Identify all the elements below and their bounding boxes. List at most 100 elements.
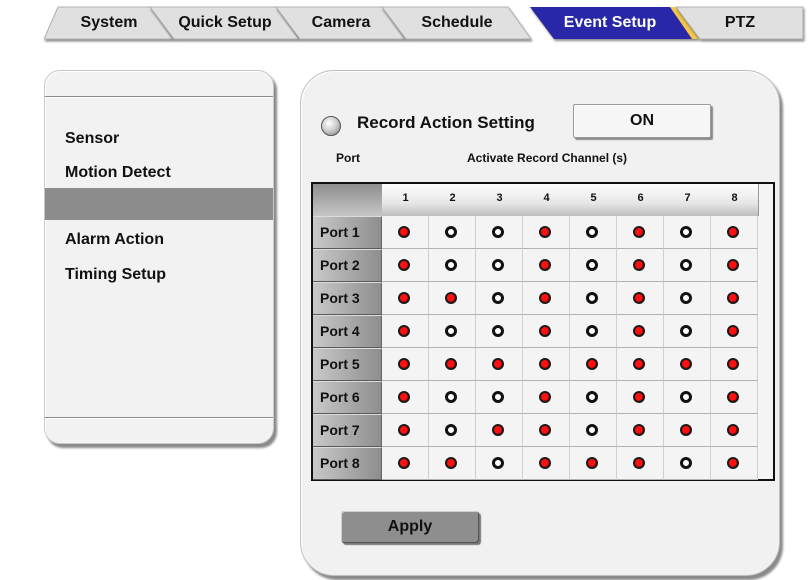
record-channel-cell[interactable] [711,348,758,381]
record-channel-cell[interactable] [476,315,523,348]
tab-label: Schedule [421,14,493,31]
record-channel-cell[interactable] [382,315,429,348]
record-on-indicator-icon [727,292,739,304]
record-channel-cell[interactable] [570,381,617,414]
record-channel-cell[interactable] [664,414,711,447]
port-row-header: Port 1 [313,216,382,249]
menu-item-timing-setup[interactable]: Timing Setup [45,259,273,291]
record-channel-cell[interactable] [429,315,476,348]
record-channel-cell[interactable] [382,381,429,414]
record-channel-cell[interactable] [664,216,711,249]
menu-item-selected[interactable] [45,188,273,220]
record-on-indicator-icon [727,424,739,436]
record-channel-cell[interactable] [523,249,570,282]
record-channel-cell[interactable] [617,315,664,348]
record-channel-cell[interactable] [523,348,570,381]
record-action-radio[interactable] [321,116,341,136]
record-channel-cell[interactable] [617,216,664,249]
record-channel-cell[interactable] [711,249,758,282]
record-on-indicator-icon [633,457,645,469]
apply-button[interactable]: Apply [341,511,479,543]
record-channel-cell[interactable] [382,249,429,282]
record-channel-cell[interactable] [523,282,570,315]
record-channel-cell[interactable] [429,381,476,414]
record-on-indicator-icon [539,226,551,238]
record-on-indicator-icon [727,457,739,469]
record-on-indicator-icon [539,424,551,436]
record-channel-cell[interactable] [429,249,476,282]
record-channel-cell[interactable] [523,381,570,414]
record-channel-cell[interactable] [617,348,664,381]
record-channel-cell[interactable] [664,348,711,381]
record-on-indicator-icon [633,424,645,436]
menu-item-motion-detect[interactable]: Motion Detect [45,157,273,189]
record-channel-cell[interactable] [523,447,570,480]
record-channel-cell[interactable] [476,348,523,381]
record-channel-cell[interactable] [570,249,617,282]
record-off-indicator-icon [680,226,692,238]
record-channel-cell[interactable] [523,315,570,348]
record-channel-cell[interactable] [429,414,476,447]
record-on-indicator-icon [445,457,457,469]
record-channel-cell[interactable] [711,315,758,348]
record-off-indicator-icon [492,457,504,469]
record-channel-cell[interactable] [429,447,476,480]
record-channel-cell[interactable] [476,414,523,447]
record-channel-cell[interactable] [429,282,476,315]
record-off-indicator-icon [680,292,692,304]
record-channel-cell[interactable] [382,447,429,480]
record-channel-cell[interactable] [664,282,711,315]
record-channel-cell[interactable] [711,282,758,315]
record-channel-cell[interactable] [664,249,711,282]
record-off-indicator-icon [680,325,692,337]
channel-header: 6 [617,184,665,216]
record-channel-cell[interactable] [429,348,476,381]
record-channel-cell[interactable] [617,381,664,414]
record-off-indicator-icon [586,424,598,436]
record-channel-cell[interactable] [476,447,523,480]
grid-corner [313,184,383,216]
record-channel-cell[interactable] [664,447,711,480]
record-channel-cell[interactable] [476,282,523,315]
record-channel-cell[interactable] [664,315,711,348]
record-channel-cell[interactable] [617,282,664,315]
record-channel-cell[interactable] [429,216,476,249]
record-channel-cell[interactable] [382,348,429,381]
record-channel-cell[interactable] [476,381,523,414]
record-channel-cell[interactable] [523,216,570,249]
channel-header: 5 [570,184,618,216]
record-channel-cell[interactable] [382,216,429,249]
record-channel-cell[interactable] [711,447,758,480]
record-on-indicator-icon [586,457,598,469]
record-channel-cell[interactable] [523,414,570,447]
record-channel-cell[interactable] [570,447,617,480]
record-channel-cell[interactable] [711,216,758,249]
menu-item-alarm-action[interactable]: Alarm Action [45,224,273,256]
tab-ptz[interactable]: PTZ [676,6,804,40]
menu-item-sensor[interactable]: Sensor [45,123,273,155]
record-action-panel: Record Action Setting ON Port Activate R… [300,70,780,576]
record-channel-cell[interactable] [711,414,758,447]
record-action-toggle-button[interactable]: ON [573,104,711,138]
record-channel-cell[interactable] [570,414,617,447]
tab-event-setup[interactable]: Event Setup [520,6,700,40]
record-channel-cell[interactable] [476,216,523,249]
record-channel-cell[interactable] [382,282,429,315]
record-channel-cell[interactable] [570,315,617,348]
channel-header: 1 [382,184,430,216]
menu-bottom-divider [45,417,273,419]
record-channel-cell[interactable] [382,414,429,447]
record-channel-cell[interactable] [570,216,617,249]
record-channel-cell[interactable] [570,282,617,315]
record-channel-cell[interactable] [570,348,617,381]
record-channel-cell[interactable] [711,381,758,414]
record-channel-cell[interactable] [617,249,664,282]
record-channel-cell[interactable] [617,414,664,447]
record-channel-cell[interactable] [617,447,664,480]
record-channel-cell[interactable] [476,249,523,282]
channel-header: 4 [523,184,571,216]
record-channel-cell[interactable] [664,381,711,414]
record-on-indicator-icon [727,391,739,403]
port-row-header: Port 3 [313,282,382,315]
tab-schedule[interactable]: Schedule [382,6,532,40]
